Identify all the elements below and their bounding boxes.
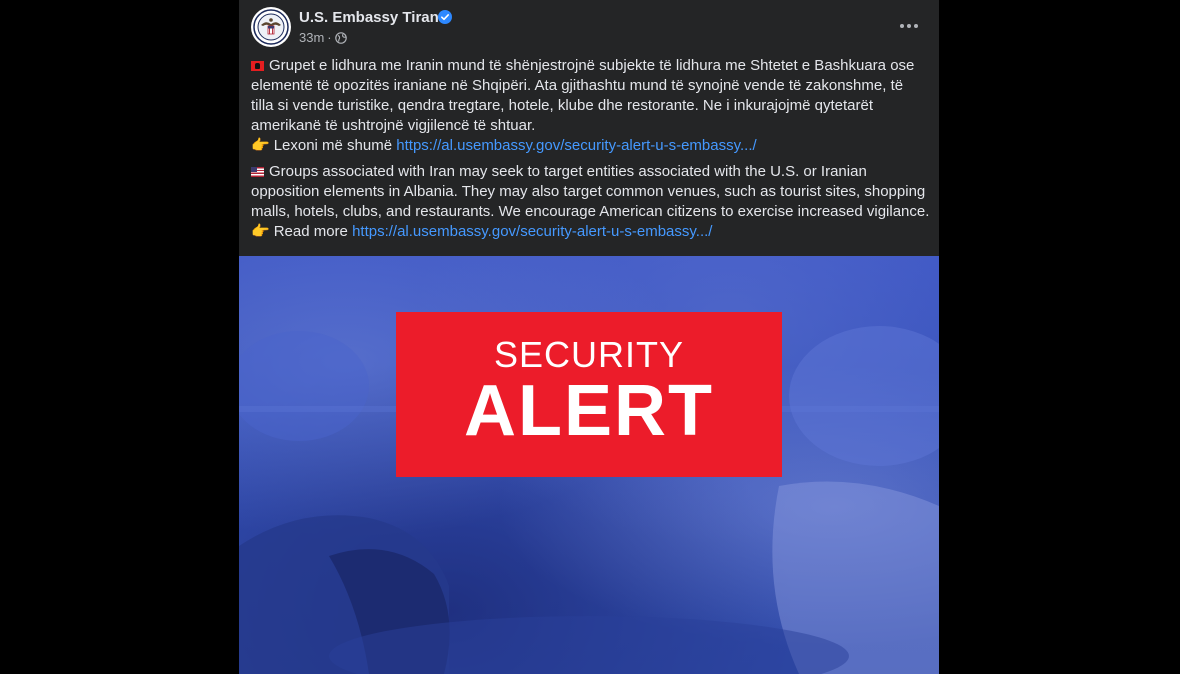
page-name-link[interactable]: U.S. Embassy Tirana <box>299 9 447 26</box>
embassy-seal-icon[interactable] <box>251 7 291 47</box>
read-more-line: 👉 Lexoni më shumë https://al.usembassy.go… <box>251 136 931 156</box>
pointing-hand-icon: 👉 <box>251 223 270 240</box>
alert-title-line2: ALERT <box>464 370 714 451</box>
text-line: elementë të opozitës iraniane në Shqipër… <box>251 77 904 94</box>
post-text: Grupet e lidhura me Iranin mund të shënj… <box>251 56 931 248</box>
dot <box>907 24 911 28</box>
text-line: Grupet e lidhura me Iranin mund të shënj… <box>251 56 931 76</box>
text-line: malls, hotels, clubs, and restaurants. W… <box>251 203 930 220</box>
albania-flag-icon <box>251 61 264 71</box>
albanian-article-link[interactable]: https://al.usembassy.gov/security-alert-… <box>396 137 756 154</box>
text-line: amerikanë të ushtrojnë vigjilencë të sht… <box>251 117 536 134</box>
read-more-label: Read more <box>273 223 348 240</box>
text-line: Groups associated with Iran may seek to … <box>251 162 931 182</box>
alert-title-line1: SECURITY <box>493 333 685 375</box>
text-line: tilla si vende turistike, qendra tregtar… <box>251 97 874 114</box>
more-options-icon[interactable] <box>893 12 925 40</box>
text-line: opposition elements in Albania. They may… <box>251 183 926 200</box>
globe-icon[interactable] <box>334 31 347 44</box>
post-header: U.S. Embassy Tirana 33m · <box>239 0 939 52</box>
meta-separator: · <box>327 30 332 45</box>
dot <box>900 24 904 28</box>
dot <box>914 24 918 28</box>
verified-badge-icon <box>438 10 452 24</box>
read-more-line: 👉 Read more https://al.usembassy.gov/secu… <box>251 222 931 242</box>
us-flag-icon <box>251 167 264 177</box>
pointing-hand-icon: 👉 <box>251 137 270 154</box>
post-image[interactable]: SECURITY ALERT <box>239 256 939 674</box>
post-timestamp[interactable]: 33m <box>299 30 324 45</box>
security-alert-banner: SECURITY ALERT <box>396 312 782 477</box>
english-paragraph: Groups associated with Iran may seek to … <box>251 162 931 242</box>
post-meta: 33m · <box>299 30 347 45</box>
albanian-paragraph: Grupet e lidhura me Iranin mund të shënj… <box>251 56 931 156</box>
english-article-link[interactable]: https://al.usembassy.gov/security-alert-… <box>352 223 712 240</box>
facebook-post: U.S. Embassy Tirana 33m · Grupet e lidhu… <box>239 0 939 674</box>
read-more-label: Lexoni më shumë <box>273 137 393 154</box>
